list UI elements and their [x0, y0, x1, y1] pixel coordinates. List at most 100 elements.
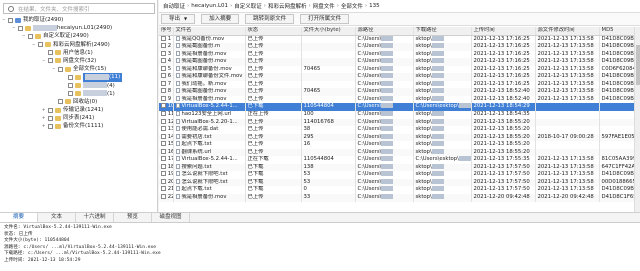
- row-checkbox[interactable]: [161, 194, 166, 200]
- row-checkbox[interactable]: [161, 178, 166, 184]
- scrollbar-thumb[interactable]: [636, 45, 640, 85]
- row-checkbox[interactable]: [161, 35, 166, 41]
- table-row[interactable]: 12 VirtualBox-5.2.20-1... 已上传 114016768 C:\U…: [159, 118, 640, 127]
- row-checkbox[interactable]: [161, 88, 166, 94]
- row-checkbox[interactable]: [161, 163, 166, 169]
- row-checkbox[interactable]: [161, 50, 166, 56]
- tab-1[interactable]: 文本: [38, 213, 76, 222]
- column-header[interactable]: 源文件修改时间: [535, 27, 600, 36]
- table-row[interactable]: 10 VirtualBox-5.2.44-1... 已下载 110544804 C:\U…: [159, 103, 640, 112]
- breadcrumb-item[interactable]: 网盘文件: [313, 2, 335, 10]
- column-header[interactable]: 序号: [159, 27, 174, 36]
- expand-toggle-icon[interactable]: +: [42, 116, 46, 120]
- tree-checkbox[interactable]: [48, 58, 53, 64]
- expand-toggle-icon[interactable]: [62, 92, 66, 96]
- expand-toggle-icon[interactable]: −: [2, 18, 6, 22]
- table-row[interactable]: 6 我是和康聊备份文件.mov 已上传 C:\Users\ sktop\ 2021-12-…: [159, 73, 640, 81]
- table-row[interactable]: 16 翻课系统.url 已上传 C:\Users\ sktop\ 2021-12-13 1…: [159, 148, 640, 157]
- tree-node[interactable]: (1): [2, 90, 156, 98]
- row-checkbox[interactable]: [161, 103, 166, 109]
- tree-checkbox[interactable]: [68, 91, 73, 97]
- tree-checkbox[interactable]: [68, 83, 73, 88]
- tree-node[interactable]: + 传输记录(1241): [2, 106, 156, 114]
- tree-node[interactable]: − 自定义取证(2490): [2, 32, 156, 40]
- tree-checkbox[interactable]: [18, 25, 23, 31]
- tree-node[interactable]: (4): [2, 82, 156, 90]
- table-row[interactable]: 1 我是QQ备份.mov 已上传 C:\Users\ sktop\ 2021-12-13 …: [159, 35, 640, 44]
- expand-toggle-icon[interactable]: −: [42, 58, 46, 63]
- breadcrumb-item[interactable]: 135: [369, 3, 380, 9]
- row-checkbox[interactable]: [161, 111, 166, 117]
- breadcrumb-item[interactable]: 和彩云网盘解析: [268, 2, 307, 10]
- tree-node[interactable]: − 全部文件(15): [2, 65, 156, 73]
- tree-checkbox[interactable]: [48, 50, 53, 56]
- tree-node[interactable]: − hecaiyun.L01(2490): [2, 24, 156, 32]
- table-row[interactable]: 2 我是截图备份.m 已上传 C:\Users\ sktop\ 2021-12-13 17…: [159, 43, 640, 51]
- tree-node[interactable]: 用户信息(1): [2, 49, 156, 57]
- table-row[interactable]: 7 我们动摇。新.mov 已上传 C:\Users\ sktop\ 2021-12-13 …: [159, 80, 640, 89]
- tab-2[interactable]: 十六进制: [76, 213, 114, 222]
- tree-checkbox[interactable]: [8, 17, 13, 23]
- tree-checkbox[interactable]: [48, 123, 53, 129]
- column-header[interactable]: 状态: [245, 27, 302, 36]
- tree-node[interactable]: (11): [2, 73, 156, 82]
- row-checkbox[interactable]: [161, 133, 166, 139]
- tab-0[interactable]: 摘要: [0, 213, 38, 222]
- tree-node[interactable]: + 同步表(241): [2, 114, 156, 122]
- table-row[interactable]: 5 我是和康聊备份.mov 已上传 70465 C:\Users\ sktop\ 2021-…: [159, 65, 640, 74]
- expand-toggle-icon[interactable]: [52, 100, 56, 104]
- table-row[interactable]: 9 我是相册备份.mov 已上传 C:\Users\ sktop\ 2021-12-13 …: [159, 95, 640, 104]
- row-checkbox[interactable]: [161, 65, 166, 71]
- tab-4[interactable]: 磁盘视图: [152, 213, 190, 222]
- expand-toggle-icon[interactable]: −: [32, 42, 36, 47]
- breadcrumb-item[interactable]: 自动取证: [163, 2, 185, 10]
- table-row[interactable]: 22 我是相册备份.mov 已上传 33 C:\Users\ sktop\ 2021-12-…: [159, 194, 640, 202]
- expand-toggle-icon[interactable]: −: [12, 26, 16, 30]
- jump-to-source-button[interactable]: 跳转到原文件: [245, 14, 295, 24]
- row-checkbox[interactable]: [161, 58, 166, 64]
- table-row[interactable]: 20 怎么说就下限吧.txt 已下载 53 C:\Users\ sktop\ 2021-12…: [159, 178, 640, 187]
- expand-toggle-icon[interactable]: −: [22, 34, 26, 38]
- column-header[interactable]: 上传时间: [471, 27, 536, 36]
- table-row[interactable]: 21 起点下载.txt 已下载 0 C:\Users\ sktop\ 2021-12-13 …: [159, 186, 640, 195]
- table-row[interactable]: 8 我是截图备份.mov 已上传 70465 C:\Users\ sktop\ 2021-1…: [159, 88, 640, 96]
- expand-toggle-icon[interactable]: +: [42, 124, 46, 128]
- breadcrumb-item[interactable]: 全部文件: [341, 2, 363, 10]
- row-checkbox[interactable]: [161, 156, 166, 162]
- row-checkbox[interactable]: [161, 141, 166, 147]
- tree-checkbox[interactable]: [38, 42, 43, 48]
- column-header[interactable]: 下载路径: [413, 27, 472, 36]
- table-row[interactable]: 13 使用能必需.dat 已上传 38 C:\Users\ sktop\ 2021-12-1…: [159, 126, 640, 134]
- row-checkbox[interactable]: [161, 126, 166, 132]
- row-checkbox[interactable]: [161, 171, 166, 177]
- tree-node[interactable]: − 我的取证(2490): [2, 16, 156, 24]
- expand-toggle-icon[interactable]: +: [42, 108, 46, 112]
- column-header[interactable]: 文件名: [173, 27, 246, 36]
- tree-node[interactable]: + 备份文件(1111): [2, 122, 156, 130]
- table-row[interactable]: 18 搜索问题.txt 已下载 138 C:\Users\ sktop\ 2021-12-1…: [159, 163, 640, 172]
- expand-toggle-icon[interactable]: [62, 75, 66, 79]
- row-checkbox[interactable]: [161, 43, 166, 49]
- row-checkbox[interactable]: [161, 186, 166, 192]
- row-checkbox[interactable]: [161, 73, 166, 79]
- tree-node[interactable]: − 网盘文件(32): [2, 57, 156, 65]
- expand-toggle-icon[interactable]: [62, 84, 66, 88]
- column-header[interactable]: 源路径: [355, 27, 414, 36]
- tab-3[interactable]: 预览: [114, 213, 152, 222]
- expand-toggle-icon[interactable]: [42, 51, 46, 55]
- tree-checkbox[interactable]: [58, 99, 63, 105]
- breadcrumb-item[interactable]: 自定义取证: [234, 2, 262, 10]
- breadcrumb-item[interactable]: hecaiyun.L01: [191, 3, 228, 9]
- table-row[interactable]: 14 需要初店.txt 已上传 295 C:\Users\ sktop\ 2021-12-1…: [159, 133, 640, 142]
- row-checkbox[interactable]: [161, 95, 166, 101]
- table-row[interactable]: 19 怎么说就下限吧.txt 已下载 53 C:\Users\ sktop\ 2021-12…: [159, 171, 640, 179]
- table-row[interactable]: 15 起点下载.txt 已上传 16 C:\Users\ sktop\ 2021-12-13…: [159, 141, 640, 149]
- row-checkbox[interactable]: [161, 118, 166, 124]
- tree-checkbox[interactable]: [68, 74, 73, 80]
- tree-checkbox[interactable]: [48, 107, 53, 113]
- add-bookmark-button[interactable]: 加入摘要: [201, 14, 240, 24]
- tree-node[interactable]: − 和彩云网盘解析(2490): [2, 41, 156, 49]
- column-header[interactable]: 文件大小(byte): [301, 27, 356, 36]
- table-row[interactable]: 3 我是相册备份.mov 已上传 C:\Users\ sktop\ 2021-12-13 …: [159, 50, 640, 59]
- table-row[interactable]: 4 我是截图备份.mov 已上传 C:\Users\ sktop\ 2021-12-13 …: [159, 58, 640, 66]
